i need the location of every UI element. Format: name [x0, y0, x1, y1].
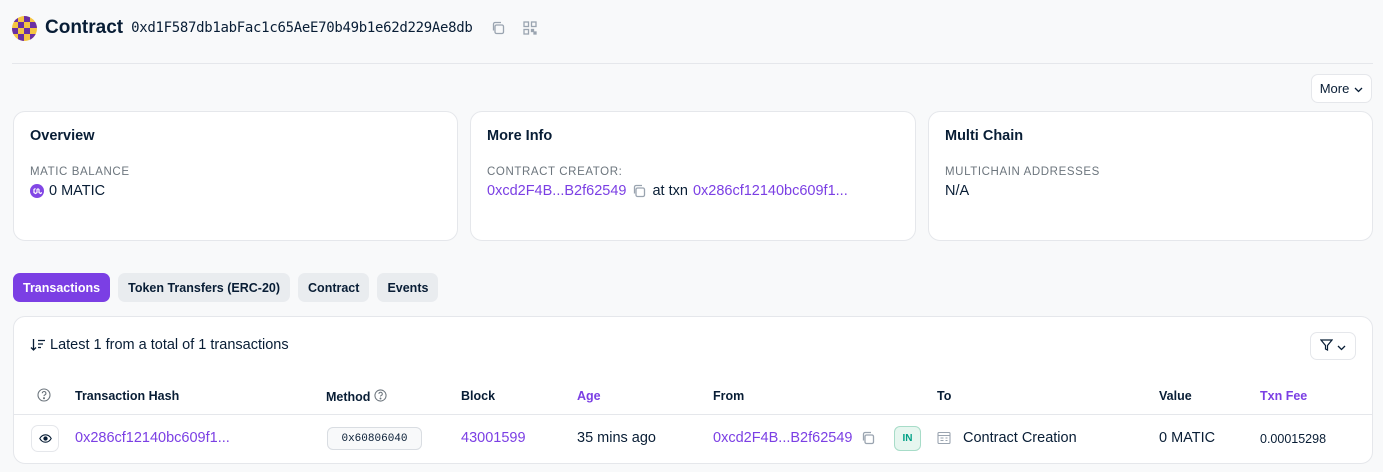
method-badge: 0x60806040: [327, 427, 422, 450]
col-block: Block: [461, 389, 496, 403]
col-age[interactable]: Age: [577, 389, 601, 403]
table-header: Transaction Hash Method Block Age From T…: [14, 379, 1372, 415]
info-icon[interactable]: [374, 389, 388, 405]
txn-hash-link[interactable]: 0x286cf12140bc609f1...: [75, 430, 230, 446]
chevron-down-icon: [1354, 81, 1363, 96]
cell-hash: 0x286cf12140bc609f1...: [75, 430, 230, 446]
tab-token-transfers[interactable]: Token Transfers (ERC-20): [118, 273, 291, 302]
balance-value-row: 0 MATIC: [30, 183, 441, 199]
to-text: Contract Creation: [963, 430, 1077, 446]
copy-icon[interactable]: [861, 431, 875, 445]
cell-block: 43001599: [461, 430, 526, 446]
overview-card: Overview MATIC BALANCE 0 MATIC: [13, 111, 458, 241]
page-header: Contract 0xd1F587db1abFac1c65AeE70b49b1e…: [12, 14, 553, 42]
balance-label: MATIC BALANCE: [30, 166, 130, 178]
multi-chain-card: Multi Chain MULTICHAIN ADDRESSES N/A: [928, 111, 1373, 241]
block-link[interactable]: 43001599: [461, 430, 526, 446]
chevron-down-icon: [1337, 338, 1346, 354]
direction-badge: IN: [894, 426, 921, 451]
tab-bar: Transactions Token Transfers (ERC-20) Co…: [13, 273, 439, 302]
filter-icon: [1319, 338, 1334, 354]
cell-age: 35 mins ago: [577, 430, 656, 446]
overview-title: Overview: [30, 128, 95, 144]
filter-button[interactable]: [1310, 332, 1356, 360]
more-dropdown-button[interactable]: More: [1311, 74, 1372, 103]
contract-creation-icon: [937, 431, 951, 445]
at-txn-text: at txn: [652, 183, 688, 199]
tab-events[interactable]: Events: [377, 273, 439, 302]
contract-avatar: [12, 15, 37, 41]
cell-from: 0xcd2F4B...B2f62549: [713, 430, 875, 446]
table-row: 0x286cf12140bc609f1... 0x60806040 430015…: [14, 416, 1372, 462]
copy-icon[interactable]: [632, 184, 646, 198]
eye-icon[interactable]: [31, 425, 59, 452]
copy-icon[interactable]: [489, 19, 507, 37]
more-info-title: More Info: [487, 128, 553, 144]
creator-label: CONTRACT CREATOR:: [487, 166, 623, 178]
creation-txn-link[interactable]: 0x286cf12140bc609f1...: [693, 183, 848, 199]
more-button-label: More: [1319, 81, 1350, 96]
tab-transactions[interactable]: Transactions: [13, 273, 111, 302]
cell-txn-fee: 0.00015298: [1260, 432, 1327, 446]
col-txn-fee[interactable]: Txn Fee: [1260, 389, 1307, 403]
creator-line: 0xcd2F4B...B2f62549 at txn 0x286cf12140b…: [487, 183, 899, 199]
matic-logo-icon: [30, 184, 44, 198]
help-circle-icon[interactable]: [37, 388, 51, 402]
contract-address: 0xd1F587db1abFac1c65AeE70b49b1e62d229Ae8…: [131, 20, 473, 36]
multichain-addresses-value: N/A: [945, 183, 970, 199]
page-title: Contract: [45, 17, 124, 38]
multichain-addresses-label: MULTICHAIN ADDRESSES: [945, 166, 1100, 178]
header-divider: [12, 63, 1373, 64]
balance-value: 0 MATIC: [49, 183, 106, 199]
tab-contract[interactable]: Contract: [298, 273, 370, 302]
col-method: Method: [326, 389, 388, 405]
col-transaction-hash: Transaction Hash: [75, 389, 180, 403]
transactions-card: Latest 1 from a total of 1 transactions …: [13, 316, 1373, 464]
qr-code-icon[interactable]: [521, 19, 539, 37]
cell-value: 0 MATIC: [1159, 430, 1216, 446]
multi-chain-title: Multi Chain: [945, 128, 1024, 144]
col-from: From: [713, 389, 745, 403]
col-value: Value: [1159, 389, 1192, 403]
from-address-link[interactable]: 0xcd2F4B...B2f62549: [713, 430, 852, 446]
creator-address-link[interactable]: 0xcd2F4B...B2f62549: [487, 183, 626, 199]
sort-icon: [30, 338, 46, 352]
summary-text: Latest 1 from a total of 1 transactions: [50, 337, 289, 353]
transactions-summary: Latest 1 from a total of 1 transactions: [30, 337, 289, 353]
col-to: To: [937, 389, 952, 403]
cell-to: Contract Creation: [937, 430, 1077, 446]
more-info-card: More Info CONTRACT CREATOR: 0xcd2F4B...B…: [470, 111, 916, 241]
col-method-label: Method: [326, 390, 371, 404]
